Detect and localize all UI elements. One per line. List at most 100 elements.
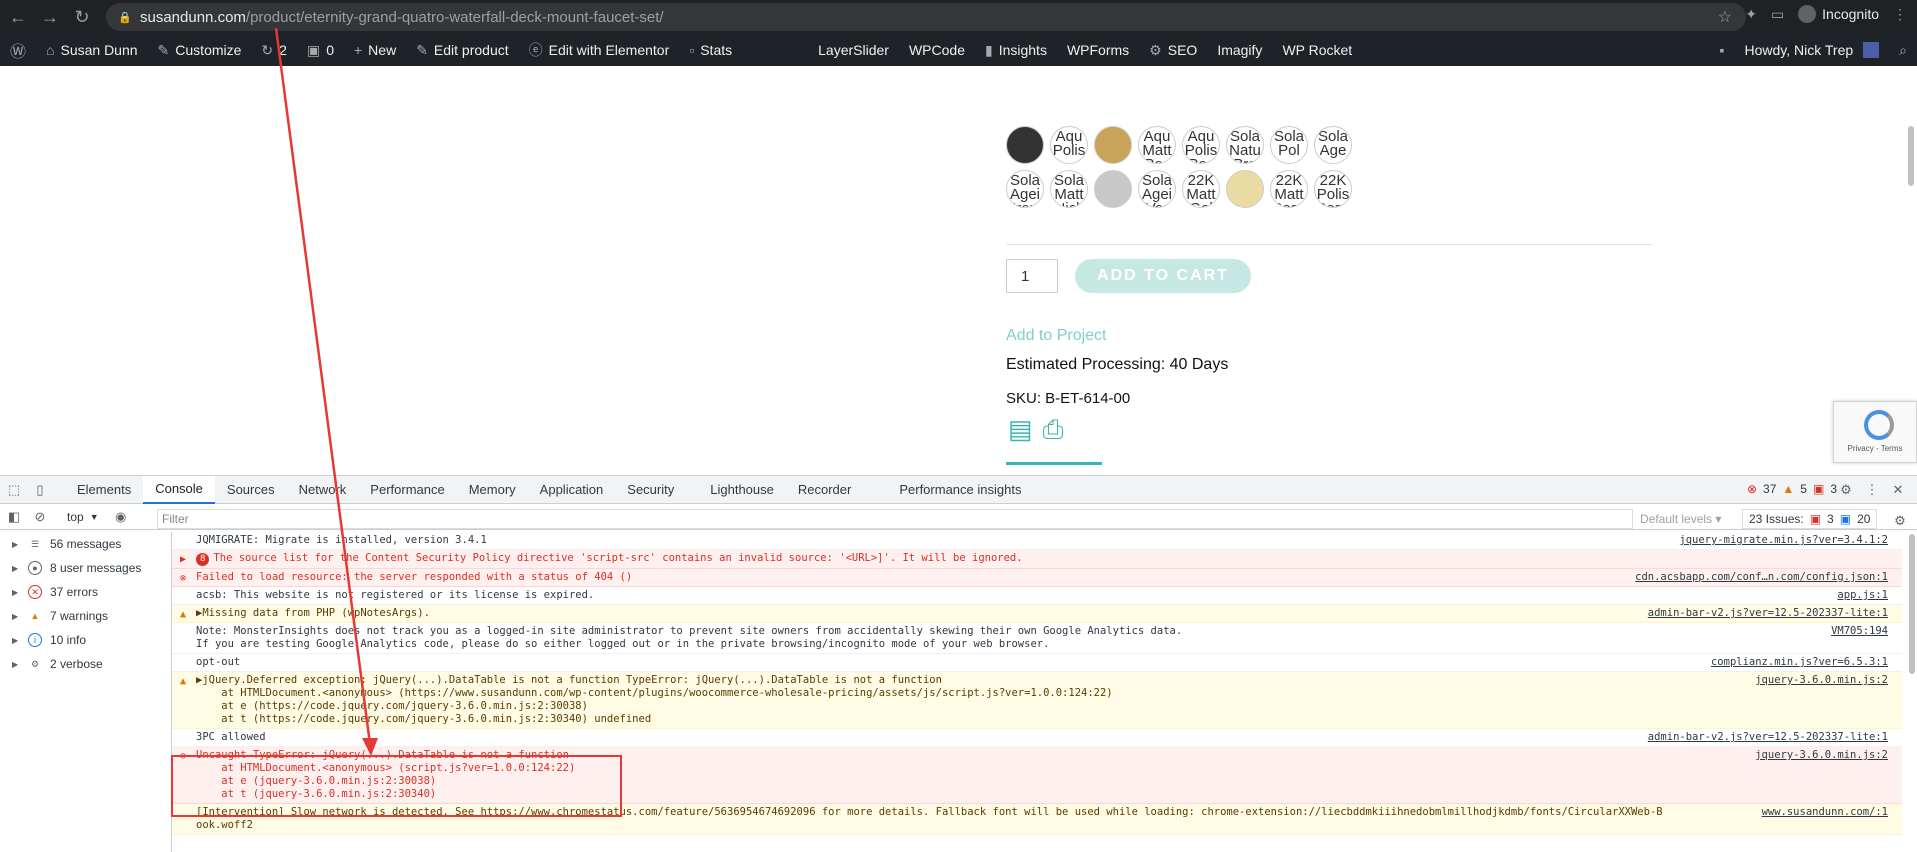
wp-imagify[interactable]: Imagify — [1207, 34, 1272, 66]
tab-memory[interactable]: Memory — [457, 476, 528, 504]
wp-layerslider[interactable]: LayerSlider — [808, 34, 899, 66]
search-icon[interactable]: ⌕ — [1889, 34, 1917, 66]
sidebar-item-errors[interactable]: ▶ ✕ 37 errors — [0, 580, 171, 604]
source-link[interactable]: app.js:1 — [1837, 589, 1888, 602]
menu-icon[interactable]: ⋮ — [1893, 6, 1907, 23]
address-bar[interactable]: 🔒 susandunn.com/product/eternity-grand-q… — [106, 3, 1746, 31]
swatch[interactable]: Sola Pol — [1270, 126, 1308, 164]
wp-rocket-label: WP Rocket — [1282, 42, 1353, 58]
swatch[interactable]: Aqu Matt Ros — [1138, 126, 1176, 164]
source-link[interactable]: cdn.acsbapp.com/conf…n.com/config.json:1 — [1635, 571, 1888, 584]
source-link[interactable]: admin-bar-v2.js?ver=12.5-202337-lite:1 — [1648, 607, 1888, 620]
swatch[interactable] — [1006, 126, 1044, 164]
sidebar-item-verbose[interactable]: ▶ ⚙ 2 verbose — [0, 652, 171, 676]
clear-console-icon[interactable]: ⊘ — [32, 509, 48, 525]
page-scrollbar[interactable] — [1908, 126, 1914, 186]
pdf-icon[interactable]: ▤ — [1008, 414, 1033, 446]
wp-wpcode[interactable]: WPCode — [899, 34, 975, 66]
print-icon[interactable]: ⎙ — [1043, 414, 1064, 446]
wp-customize[interactable]: ✎ Customize — [148, 34, 252, 66]
close-icon[interactable]: ✕ — [1890, 482, 1906, 498]
sidebar-item-warnings[interactable]: ▶ ▲ 7 warnings — [0, 604, 171, 628]
swatch[interactable]: Sola Natu Bra — [1226, 126, 1264, 164]
wp-layerslider-label: LayerSlider — [818, 42, 889, 58]
swatch[interactable]: 22K Polis Rose Gol — [1314, 170, 1352, 208]
wp-account[interactable]: Howdy, Nick Trep — [1734, 34, 1889, 66]
eye-icon[interactable]: ◉ — [113, 509, 129, 525]
forward-icon[interactable]: → — [36, 3, 64, 31]
swatch[interactable]: Aqu Polis Ros — [1182, 126, 1220, 164]
wp-updates[interactable]: ↻ 2 — [251, 34, 297, 66]
inspect-icon[interactable]: ⬚ — [6, 482, 22, 498]
issues-button[interactable]: 23 Issues: ▣ 3 ▣ 20 — [1742, 509, 1878, 529]
console-message[interactable]: ▲ ▶Missing data from PHP (wpNotesArgs). ad… — [172, 605, 1902, 623]
tab-sources[interactable]: Sources — [215, 476, 287, 504]
source-link[interactable]: www.susandunn.com/:1 — [1762, 806, 1888, 819]
tab-security[interactable]: Security — [615, 476, 686, 504]
tab-network[interactable]: Network — [287, 476, 359, 504]
sidebar-item-messages[interactable]: ▶ ☰ 56 messages — [0, 532, 171, 556]
context-select[interactable]: top — [67, 510, 84, 524]
back-icon[interactable]: ← — [4, 3, 32, 31]
console-scrollbar[interactable] — [1909, 534, 1915, 674]
swatch[interactable]: 22K Matt Gol — [1182, 170, 1220, 208]
wp-seo[interactable]: ⚙ SEO — [1139, 34, 1207, 66]
wp-admin-bar: Ⓦ ⌂ Susan Dunn ✎ Customize ↻ 2 ▣ 0 + New ✎ Edi… — [0, 34, 1917, 66]
levels-select[interactable]: Default levels ▾ — [1640, 512, 1721, 526]
tab-performance[interactable]: Performance — [358, 476, 456, 504]
source-link[interactable]: complianz.min.js?ver=6.5.3:1 — [1711, 656, 1888, 669]
tab-elements[interactable]: Elements — [65, 476, 143, 504]
source-link[interactable]: admin-bar-v2.js?ver=12.5-202337-lite:1 — [1648, 731, 1888, 744]
source-link[interactable]: jquery-migrate.min.js?ver=3.4.1:2 — [1679, 534, 1888, 547]
recaptcha-badge[interactable]: Privacy - Terms — [1833, 401, 1917, 463]
console-message[interactable]: ▲ ▶jQuery.Deferred exception: jQuery(...)… — [172, 672, 1902, 729]
swatch[interactable]: Sola Matt Nick — [1050, 170, 1088, 208]
incognito-indicator[interactable]: Incognito — [1798, 5, 1879, 23]
wp-rocket[interactable]: WP Rocket — [1272, 34, 1362, 66]
swatch[interactable]: Aqu Polis — [1050, 126, 1088, 164]
device-toggle-icon[interactable]: ▯ — [32, 482, 48, 498]
source-link[interactable]: jquery-3.6.0.min.js:2 — [1755, 674, 1888, 687]
bookmark-star-icon[interactable]: ☆ — [1718, 7, 1732, 27]
sidepanel-icon[interactable]: ▭ — [1771, 6, 1784, 23]
swatch[interactable] — [1094, 170, 1132, 208]
wp-insights[interactable]: ▮ Insights — [975, 34, 1057, 66]
add-to-project-link[interactable]: Add to Project — [1006, 327, 1107, 345]
reload-icon[interactable]: ↻ — [68, 3, 96, 31]
more-options-icon[interactable]: ⋮ — [1864, 482, 1880, 498]
console-counts[interactable]: ⊗ 37 ▲ 5 ▣ 3 — [1747, 482, 1837, 496]
quantity-input[interactable]: 1 — [1006, 259, 1058, 293]
wp-edit-product[interactable]: ✎ Edit product — [406, 34, 518, 66]
error-count: 37 — [1763, 482, 1777, 496]
notifications-icon[interactable]: ▪ — [1710, 34, 1735, 66]
sidebar-item-user-messages[interactable]: ▶ ● 8 user messages — [0, 556, 171, 580]
wp-logo-icon[interactable]: Ⓦ — [0, 34, 36, 66]
settings-gear-icon[interactable]: ⚙ — [1838, 482, 1854, 498]
incognito-icon — [1798, 5, 1817, 23]
swatch[interactable]: Sola Agei Ver — [1138, 170, 1176, 208]
add-to-cart-button[interactable]: ADD TO CART — [1075, 259, 1251, 293]
tab-recorder[interactable]: Recorder — [786, 476, 863, 504]
wp-new[interactable]: + New — [344, 34, 406, 66]
swatch[interactable] — [1226, 170, 1264, 208]
swatch[interactable]: 22K Matt Rose Gol — [1270, 170, 1308, 208]
wp-site-link[interactable]: ⌂ Susan Dunn — [36, 34, 148, 66]
wp-wpforms[interactable]: WPForms — [1057, 34, 1139, 66]
wp-comments[interactable]: ▣ 0 — [297, 34, 344, 66]
wp-elementor[interactable]: ⓔ Edit with Elementor — [519, 34, 680, 66]
swatch[interactable]: Sola Age — [1314, 126, 1352, 164]
source-link[interactable]: jquery-3.6.0.min.js:2 — [1755, 749, 1888, 762]
tab-application[interactable]: Application — [528, 476, 616, 504]
wp-stats[interactable]: ▫ Stats — [679, 34, 742, 66]
sidebar-toggle-icon[interactable]: ◧ — [6, 509, 22, 525]
tab-performance-insights[interactable]: Performance insights — [887, 476, 1033, 504]
tab-lighthouse[interactable]: Lighthouse — [698, 476, 786, 504]
console-settings-icon[interactable]: ⚙ — [1892, 513, 1908, 529]
filter-input[interactable]: Filter — [157, 509, 1633, 529]
swatch[interactable] — [1094, 126, 1132, 164]
sidebar-item-info[interactable]: ▶ i 10 info — [0, 628, 171, 652]
extensions-icon[interactable]: ✦ — [1745, 6, 1757, 23]
source-link[interactable]: VM705:194 — [1831, 625, 1888, 638]
tab-console[interactable]: Console — [143, 475, 215, 504]
swatch[interactable]: Sola Agei Iron — [1006, 170, 1044, 208]
